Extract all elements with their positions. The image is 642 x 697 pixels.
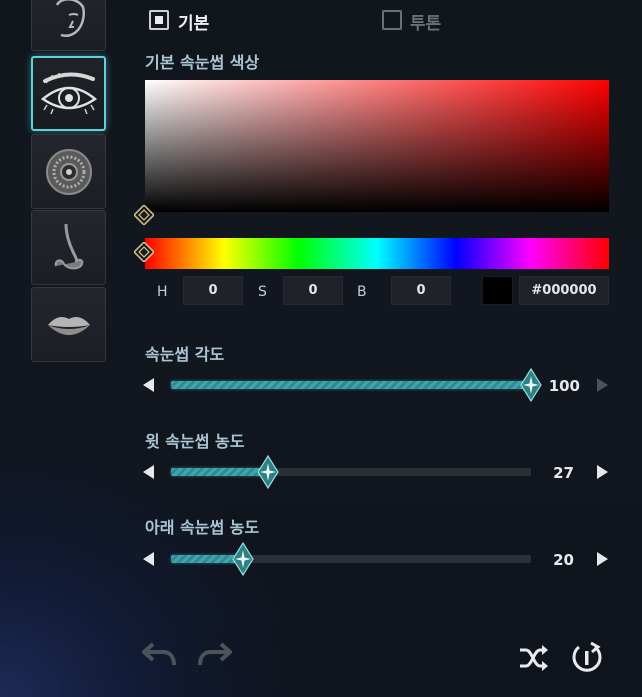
sidebar-item-lips[interactable] — [31, 287, 106, 362]
redo-icon[interactable] — [197, 640, 233, 668]
undo-icon[interactable] — [141, 640, 177, 668]
upper-lash-density-fill — [171, 468, 268, 476]
face-icon — [55, 0, 85, 37]
hue-input[interactable]: 0 — [183, 276, 243, 305]
saturation-label: S — [258, 284, 267, 300]
lower-lash-density-increase-button[interactable] — [597, 552, 608, 566]
tab-basic-label[interactable]: 기본 — [178, 9, 209, 34]
upper-lash-density-slider[interactable] — [171, 455, 531, 489]
lash-angle-slider[interactable] — [171, 368, 542, 402]
upper-lash-density-increase-button[interactable] — [597, 465, 608, 479]
lower-lash-density-decrease-button[interactable] — [143, 552, 154, 566]
lash-angle-fill — [171, 381, 531, 389]
reset-icon[interactable] — [570, 641, 604, 675]
upper-lash-density-decrease-button[interactable] — [143, 465, 154, 479]
tab-basic-checkbox[interactable] — [149, 10, 169, 30]
lash-angle-label: 속눈썹 각도 — [145, 345, 225, 364]
lower-lash-density-slider[interactable] — [171, 542, 531, 576]
brightness-label: B — [357, 284, 367, 300]
sidebar-item-eye[interactable] — [31, 56, 106, 131]
upper-lash-density-thumb[interactable] — [256, 455, 280, 489]
sidebar-item-nose[interactable] — [31, 210, 106, 285]
lash-angle-value: 100 — [548, 377, 580, 395]
color-swatch — [482, 276, 513, 305]
iris-icon — [45, 148, 92, 195]
hue-slider[interactable] — [145, 238, 609, 269]
lower-lash-density-value: 20 — [553, 551, 574, 569]
lower-lash-density-thumb[interactable] — [231, 542, 255, 576]
lash-angle-increase-button[interactable] — [597, 378, 608, 392]
hue-label: H — [157, 284, 168, 300]
shuffle-icon[interactable] — [518, 644, 550, 672]
saturation-input[interactable]: 0 — [283, 276, 343, 305]
eye-icon — [40, 72, 97, 114]
lash-angle-decrease-button[interactable] — [143, 378, 154, 392]
sidebar-item-pupil[interactable] — [31, 134, 106, 209]
upper-lash-density-label: 윗 속눈썹 농도 — [145, 432, 245, 451]
hex-input[interactable]: #000000 — [519, 276, 609, 305]
tab-twotone-checkbox[interactable] — [382, 10, 402, 30]
sv-picker-handle[interactable] — [134, 205, 154, 225]
hue-slider-handle[interactable] — [134, 242, 154, 262]
tab-twotone-label[interactable]: 투톤 — [410, 9, 441, 34]
lower-lash-density-label: 아래 속눈썹 농도 — [145, 518, 260, 537]
sidebar-item-face[interactable] — [31, 0, 106, 51]
nose-icon — [54, 223, 83, 269]
lips-icon — [47, 316, 90, 335]
color-section-title: 기본 속눈썹 색상 — [145, 53, 260, 72]
saturation-brightness-picker[interactable] — [145, 80, 609, 212]
brightness-input[interactable]: 0 — [391, 276, 451, 305]
upper-lash-density-value: 27 — [553, 464, 574, 482]
